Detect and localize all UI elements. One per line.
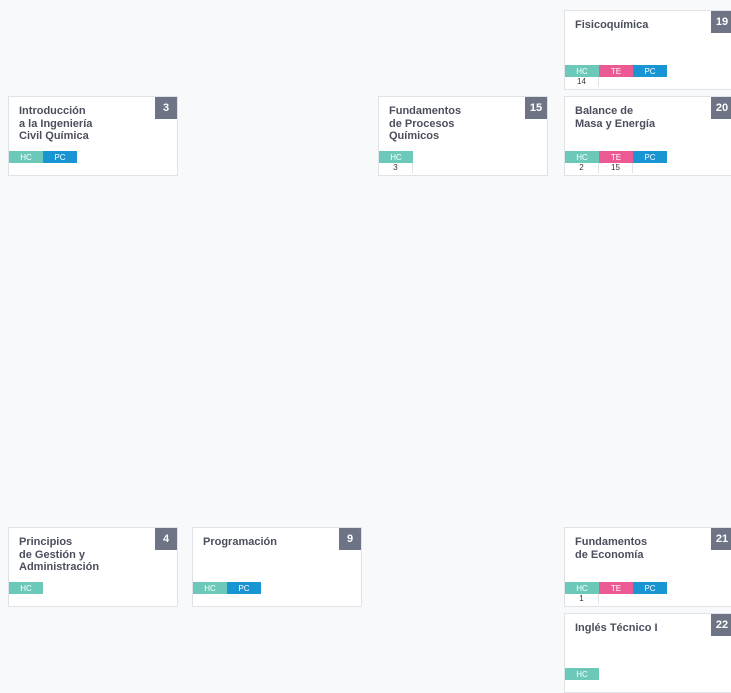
tag-pc: PC bbox=[633, 151, 667, 163]
tag-row: HC PC bbox=[9, 151, 77, 163]
tag-row: HC TE PC bbox=[565, 65, 667, 77]
course-number-badge: 19 bbox=[711, 11, 731, 33]
tag-pc: PC bbox=[227, 582, 261, 594]
prereq-row: 2 15 bbox=[565, 163, 633, 173]
tag-pc: PC bbox=[633, 582, 667, 594]
course-title: Introducción a la Ingeniería Civil Química bbox=[19, 105, 93, 142]
course-card-19[interactable]: Fisicoquímica 19 HC TE PC 14 bbox=[564, 10, 731, 90]
course-card-15[interactable]: Fundamentos de Procesos Químicos 15 HC 3 bbox=[378, 96, 548, 176]
course-number-badge: 9 bbox=[339, 528, 361, 550]
tag-te: TE bbox=[599, 151, 633, 163]
tag-hc: HC bbox=[379, 151, 413, 163]
course-title: Programación bbox=[203, 536, 277, 548]
course-card-4[interactable]: Principios de Gestión y Administración 4 H… bbox=[8, 527, 178, 607]
tag-hc: HC bbox=[565, 668, 599, 680]
course-card-22[interactable]: Inglés Técnico I 22 HC bbox=[564, 613, 731, 693]
tag-hc: HC bbox=[565, 582, 599, 594]
course-title: Fundamentos de Economía bbox=[575, 536, 648, 561]
prereq-number: 3 bbox=[379, 163, 413, 173]
tag-pc: PC bbox=[633, 65, 667, 77]
prereq-row: 3 bbox=[379, 163, 413, 173]
course-title: Balance de Masa y Energía bbox=[575, 105, 656, 130]
course-title: Fisicoquímica bbox=[575, 19, 649, 31]
course-number-badge: 3 bbox=[155, 97, 177, 119]
prereq-number: 15 bbox=[599, 163, 633, 173]
prereq-row: 14 bbox=[565, 77, 599, 87]
tag-row: HC bbox=[9, 582, 43, 594]
tag-hc: HC bbox=[565, 151, 599, 163]
tag-pc: PC bbox=[43, 151, 77, 163]
course-card-21[interactable]: Fundamentos de Economía 21 HC TE PC 1 bbox=[564, 527, 731, 607]
tag-row: HC bbox=[565, 668, 599, 680]
tag-hc: HC bbox=[9, 582, 43, 594]
tag-row: HC bbox=[379, 151, 413, 163]
prereq-number: 14 bbox=[565, 77, 599, 87]
tag-row: HC TE PC bbox=[565, 582, 667, 594]
course-card-20[interactable]: Balance de Masa y Energía 20 HC TE PC 2 1… bbox=[564, 96, 731, 176]
tag-te: TE bbox=[599, 65, 633, 77]
course-number-badge: 4 bbox=[155, 528, 177, 550]
course-number-badge: 15 bbox=[525, 97, 547, 119]
course-title: Fundamentos de Procesos Químicos bbox=[389, 105, 462, 142]
tag-hc: HC bbox=[565, 65, 599, 77]
prereq-row: 1 bbox=[565, 594, 599, 604]
prereq-number: 2 bbox=[565, 163, 599, 173]
tag-hc: HC bbox=[193, 582, 227, 594]
course-card-3[interactable]: Introducción a la Ingeniería Civil Química… bbox=[8, 96, 178, 176]
prereq-number: 1 bbox=[565, 594, 599, 604]
tag-row: HC TE PC bbox=[565, 151, 667, 163]
course-card-9[interactable]: Programación 9 HC PC bbox=[192, 527, 362, 607]
tag-row: HC PC bbox=[193, 582, 261, 594]
course-number-badge: 20 bbox=[711, 97, 731, 119]
course-title: Inglés Técnico I bbox=[575, 622, 658, 634]
tag-te: TE bbox=[599, 582, 633, 594]
course-title: Principios de Gestión y Administración bbox=[19, 536, 100, 573]
course-number-badge: 22 bbox=[711, 614, 731, 636]
course-number-badge: 21 bbox=[711, 528, 731, 550]
tag-hc: HC bbox=[9, 151, 43, 163]
